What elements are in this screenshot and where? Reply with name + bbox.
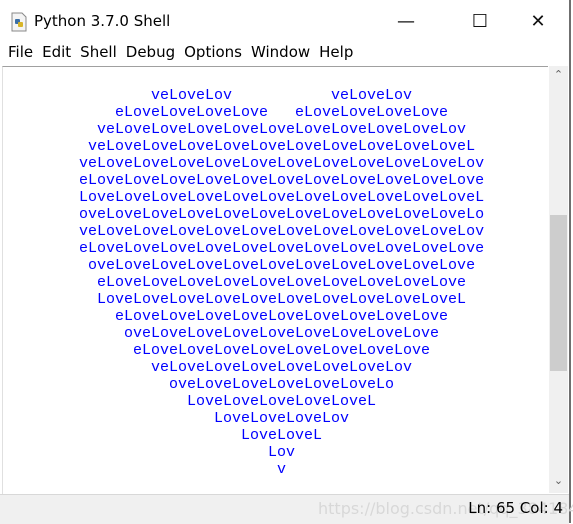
scroll-down-icon[interactable]: ⌄ <box>549 474 568 491</box>
menu-shell[interactable]: Shell <box>72 42 117 66</box>
minimize-button[interactable]: — <box>383 6 429 36</box>
output-line: oveLoveLoveLoveLoveLoveLoveLoveLoveLoveL… <box>79 206 485 223</box>
output-line: v <box>79 461 287 478</box>
output-line: LoveLoveL <box>79 427 323 444</box>
status-bar: https://blog.csdn.net/qq_38418409 Ln: 65… <box>0 494 573 524</box>
output-line: oveLoveLoveLoveLoveLoveLo <box>79 376 395 393</box>
menu-window[interactable]: Window <box>243 42 310 66</box>
output-line: LoveLoveLoveLoveLoveL <box>79 393 377 410</box>
output-line: veLoveLoveLoveLoveLoveLoveLoveLoveLoveLo… <box>79 155 485 172</box>
menu-options[interactable]: Options <box>176 42 242 66</box>
output-line: Lov <box>79 444 296 461</box>
idle-shell-window: Python 3.7.0 Shell — ☐ ✕ File Edit Shell… <box>0 0 573 524</box>
output-line: eLoveLoveLoveLoveLoveLoveLoveLoveLoveLov… <box>79 240 485 257</box>
output-line: oveLoveLoveLoveLoveLoveLoveLoveLoveLoveL… <box>79 257 476 274</box>
window-title: Python 3.7.0 Shell <box>34 12 171 30</box>
output-line: veLoveLoveLoveLoveLoveLoveLoveLoveLoveLo… <box>79 138 476 155</box>
output-line: LoveLoveLoveLoveLoveLoveLoveLoveLoveLove… <box>79 291 467 308</box>
scrollbar-thumb[interactable] <box>550 215 567 371</box>
output-line: oveLoveLoveLoveLoveLoveLoveLoveLove <box>79 325 440 342</box>
output-line: LoveLoveLoveLoveLoveLoveLoveLoveLoveLove… <box>79 189 485 206</box>
menu-help[interactable]: Help <box>311 42 353 66</box>
maximize-button[interactable]: ☐ <box>457 6 503 36</box>
output-line: eLoveLoveLoveLove eLoveLoveLoveLove <box>79 104 449 121</box>
scroll-up-icon[interactable]: ⌃ <box>549 68 568 85</box>
python-file-icon <box>11 12 27 32</box>
output-line: eLoveLoveLoveLoveLoveLoveLoveLoveLoveLov… <box>79 274 467 291</box>
shell-output: veLoveLov veLoveLov eLoveLoveLoveLove eL… <box>79 87 484 478</box>
output-line: veLoveLov veLoveLov <box>79 87 413 104</box>
cursor-position: Ln: 65 Col: 4 <box>468 499 563 517</box>
shell-text-area[interactable]: veLoveLov veLoveLov eLoveLoveLoveLove eL… <box>2 66 548 494</box>
output-line: veLoveLoveLoveLoveLoveLoveLoveLoveLoveLo… <box>79 121 467 138</box>
output-line: veLoveLoveLoveLoveLoveLoveLoveLoveLoveLo… <box>79 223 485 240</box>
output-line: LoveLoveLoveLov <box>79 410 350 427</box>
close-button[interactable]: ✕ <box>515 6 561 36</box>
output-line: eLoveLoveLoveLoveLoveLoveLoveLove <box>79 342 431 359</box>
menu-bar: File Edit Shell Debug Options Window Hel… <box>0 42 569 66</box>
menu-file[interactable]: File <box>0 42 33 66</box>
output-line: eLoveLoveLoveLoveLoveLoveLoveLoveLove <box>79 308 449 325</box>
output-line: veLoveLoveLoveLoveLoveLoveLov <box>79 359 413 376</box>
menu-debug[interactable]: Debug <box>118 42 175 66</box>
title-bar[interactable]: Python 3.7.0 Shell — ☐ ✕ <box>0 0 569 42</box>
vertical-scrollbar[interactable]: ⌃ ⌄ <box>549 66 568 493</box>
output-line: eLoveLoveLoveLoveLoveLoveLoveLoveLoveLov… <box>79 172 485 189</box>
menu-edit[interactable]: Edit <box>34 42 71 66</box>
